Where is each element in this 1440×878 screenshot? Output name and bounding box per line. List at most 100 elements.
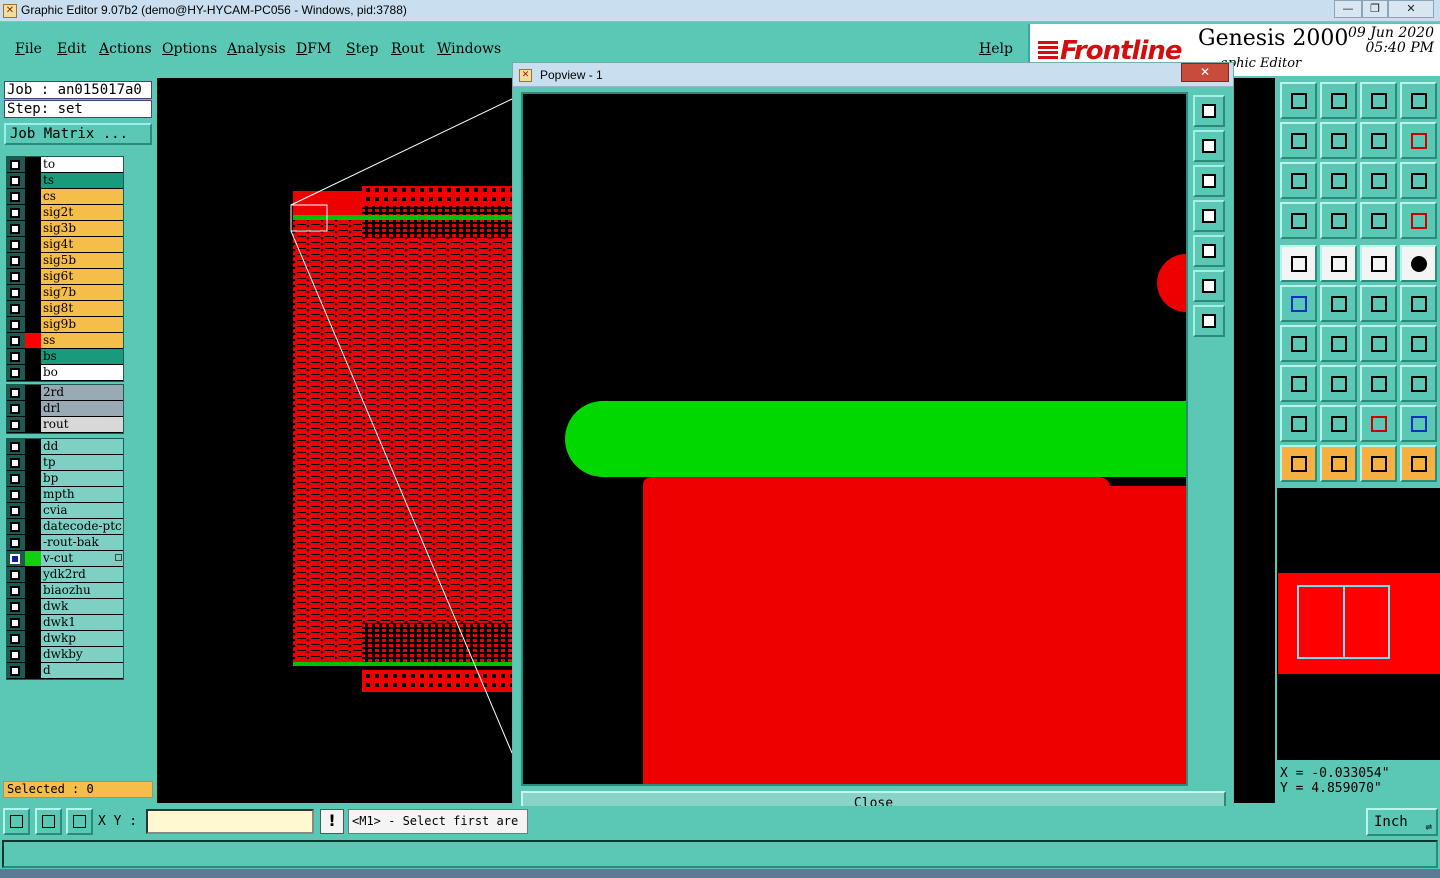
layer-row[interactable]: dwk1: [7, 615, 123, 631]
layer-checkbox[interactable]: [10, 256, 20, 266]
layer-name[interactable]: bs: [41, 349, 123, 364]
dot-icon[interactable]: [1400, 245, 1437, 282]
layer-checkbox[interactable]: [10, 522, 20, 532]
layer-row[interactable]: ydk2rd: [7, 567, 123, 583]
layer-row[interactable]: bo: [7, 365, 123, 381]
pad-select-icon[interactable]: [1280, 365, 1317, 402]
layer-row[interactable]: sig9b: [7, 317, 123, 333]
layer-name[interactable]: v-cut: [41, 551, 123, 566]
layer-row[interactable]: v-cut: [7, 551, 123, 567]
layer-color-swatch[interactable]: [25, 237, 41, 252]
zoom-window-icon[interactable]: [1193, 95, 1225, 127]
layer-name[interactable]: dd: [41, 439, 123, 454]
layer-color-swatch[interactable]: [25, 205, 41, 220]
text-a-red-icon[interactable]: [1360, 405, 1397, 442]
layer-color-swatch[interactable]: [25, 349, 41, 364]
menu-actions[interactable]: Actions: [99, 41, 152, 57]
layer-color-swatch[interactable]: [25, 365, 41, 380]
layer-checkbox[interactable]: [10, 320, 20, 330]
layer-name[interactable]: cs: [41, 189, 123, 204]
layer-row[interactable]: drl: [7, 401, 123, 417]
resize-icon[interactable]: [1360, 365, 1397, 402]
layer-checkbox[interactable]: [10, 304, 20, 314]
layer-row[interactable]: dwk: [7, 599, 123, 615]
layer-name[interactable]: to: [41, 157, 123, 172]
overview-map[interactable]: [1277, 488, 1440, 760]
layer-name[interactable]: dwk: [41, 599, 123, 614]
delete-node-icon[interactable]: [1320, 285, 1357, 322]
layer-checkbox[interactable]: [10, 176, 20, 186]
layer-color-swatch[interactable]: [25, 173, 41, 188]
layer-color-swatch[interactable]: [25, 385, 41, 400]
measure-icon[interactable]: [35, 808, 62, 835]
layer-name[interactable]: dwkby: [41, 647, 123, 662]
layer-name[interactable]: cvia: [41, 503, 123, 518]
layer-color-swatch[interactable]: [25, 519, 41, 534]
layer-color-swatch[interactable]: [25, 157, 41, 172]
layer-color-swatch[interactable]: [25, 317, 41, 332]
layer-name[interactable]: ydk2rd: [41, 567, 123, 582]
maximize-button[interactable]: ❐: [1362, 0, 1388, 18]
layer-checkbox[interactable]: [10, 288, 20, 298]
scale-1-2-icon[interactable]: [1360, 162, 1397, 199]
layer-name[interactable]: rout: [41, 417, 123, 432]
layer-color-swatch[interactable]: [25, 221, 41, 236]
popview-canvas[interactable]: [521, 92, 1188, 786]
layer-name[interactable]: sig9b: [41, 317, 123, 332]
layer-name[interactable]: mpth: [41, 487, 123, 502]
menu-edit[interactable]: Edit: [57, 41, 86, 57]
popview-close-icon[interactable]: ✕: [1181, 63, 1229, 82]
layer-checkbox[interactable]: [10, 586, 20, 596]
close-window-button[interactable]: ✕: [1388, 0, 1434, 18]
pan-right-icon[interactable]: [1193, 235, 1225, 267]
layer-colors-icon[interactable]: [1360, 202, 1397, 239]
pad-icon[interactable]: [1280, 245, 1317, 282]
layer-row[interactable]: bs: [7, 349, 123, 365]
layer-row[interactable]: sig5b: [7, 253, 123, 269]
zoom-area-icon[interactable]: [3, 808, 30, 835]
layer-checkbox[interactable]: [10, 352, 20, 362]
arc-node-icon[interactable]: [1400, 285, 1437, 322]
layer-row[interactable]: sig7b: [7, 285, 123, 301]
layer-row[interactable]: sig2t: [7, 205, 123, 221]
menu-windows[interactable]: Windows: [437, 41, 501, 57]
layer-color-swatch[interactable]: [25, 285, 41, 300]
layer-name[interactable]: ts: [41, 173, 123, 188]
menu-analysis[interactable]: Analysis: [227, 41, 286, 57]
layer-colors-red-icon[interactable]: [1400, 202, 1437, 239]
menu-options[interactable]: Options: [162, 41, 217, 57]
layer-name[interactable]: 2rd: [41, 385, 123, 400]
layer-name[interactable]: d: [41, 663, 123, 678]
layer-checkbox[interactable]: [10, 666, 20, 676]
redraw-icon[interactable]: [1400, 122, 1437, 159]
layer-checkbox[interactable]: [10, 458, 20, 468]
job-matrix-button[interactable]: Job Matrix ...: [4, 123, 152, 145]
layer-checkbox[interactable]: [10, 490, 20, 500]
units-select[interactable]: Inch ⇌: [1366, 808, 1438, 836]
layer-checkbox[interactable]: [10, 618, 20, 628]
layer-name[interactable]: ss: [41, 333, 123, 348]
layer-color-swatch[interactable]: [25, 663, 41, 678]
layer-checkbox[interactable]: [10, 474, 20, 484]
pointer-circle-icon[interactable]: [1360, 445, 1397, 482]
layer-color-swatch[interactable]: [25, 189, 41, 204]
pan-up-icon[interactable]: [1280, 82, 1317, 119]
snap-grid-icon[interactable]: [66, 808, 93, 835]
help-icon[interactable]: [1400, 162, 1437, 199]
line-color-icon[interactable]: [1320, 245, 1357, 282]
layer-name[interactable]: sig8t: [41, 301, 123, 316]
layer-checkbox[interactable]: [10, 650, 20, 660]
layer-color-swatch[interactable]: [25, 551, 41, 566]
layer-color-swatch[interactable]: [25, 583, 41, 598]
layer-row[interactable]: sig4t: [7, 237, 123, 253]
menu-rout[interactable]: Rout: [391, 41, 425, 57]
layer-checkbox[interactable]: [10, 506, 20, 516]
layer-color-swatch[interactable]: [25, 269, 41, 284]
layer-row[interactable]: sig8t: [7, 301, 123, 317]
layer-color-swatch[interactable]: [25, 631, 41, 646]
triangle-icon[interactable]: [1280, 405, 1317, 442]
layer-checkbox[interactable]: [10, 192, 20, 202]
layer-color-swatch[interactable]: [25, 253, 41, 268]
layer-row[interactable]: bp: [7, 471, 123, 487]
layer-row[interactable]: d: [7, 663, 123, 679]
